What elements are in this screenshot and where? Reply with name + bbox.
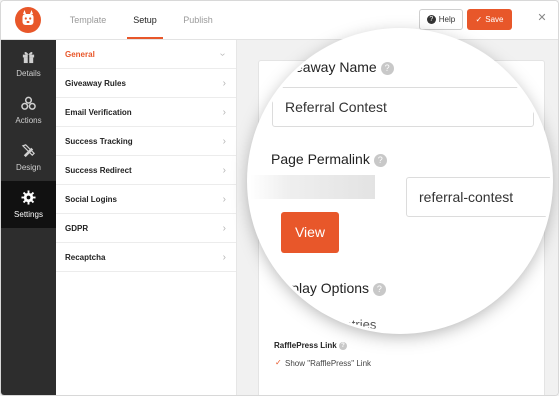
settings-item-label: Email Verification [65, 108, 132, 117]
settings-item-label: Success Tracking [65, 137, 133, 146]
settings-item-email-verification[interactable]: Email Verification › [56, 98, 236, 127]
sidebar-item-label: Design [16, 163, 41, 172]
settings-item-label: Social Logins [65, 195, 118, 204]
sidebar-item-design[interactable]: Design [1, 134, 56, 181]
permalink-label: Page Permalink ? [271, 151, 387, 167]
gear-icon [21, 190, 36, 205]
settings-item-general[interactable]: General › [56, 40, 236, 69]
sidebar-item-label: Settings [14, 210, 43, 219]
giveaway-name-label: Giveaway Name ? [274, 59, 394, 75]
help-button[interactable]: ? Help [419, 9, 463, 30]
save-button-label: Save [485, 15, 504, 24]
chevron-right-icon: › [222, 194, 226, 205]
tab-setup[interactable]: Setup [127, 1, 163, 39]
tab-template[interactable]: Template [67, 1, 109, 39]
help-tooltip-icon[interactable]: ? [380, 61, 394, 75]
settings-item-label: GDPR [65, 224, 89, 233]
permalink-prefix [250, 175, 375, 199]
sidebar-item-details[interactable]: Details [1, 40, 56, 87]
help-button-label: Help [438, 15, 456, 24]
sidebar-item-settings[interactable]: Settings [1, 181, 56, 228]
settings-menu: General › Giveaway Rules › Email Verific… [56, 40, 237, 395]
settings-item-recaptcha[interactable]: Recaptcha › [56, 243, 236, 272]
rafflepress-link-label: RafflePress Link ? [274, 341, 347, 350]
show-rafflepress-checkbox[interactable]: ✓ [275, 359, 283, 367]
limit-total-entries-label: Limit Total Entries [274, 317, 377, 331]
save-button[interactable]: ✓ Save [467, 9, 512, 30]
chevron-right-icon: › [222, 78, 226, 89]
help-tooltip-icon[interactable]: ? [372, 282, 386, 296]
giveaway-name-input[interactable]: Referral Contest [272, 87, 534, 127]
question-circle-icon: ? [426, 15, 436, 24]
settings-item-label: Recaptcha [65, 253, 106, 262]
view-button[interactable]: View [281, 212, 339, 253]
settings-item-giveaway-rules[interactable]: Giveaway Rules › [56, 69, 236, 98]
chevron-right-icon: › [222, 165, 226, 176]
sidebar-item-label: Details [16, 69, 41, 78]
sidebar-item-actions[interactable]: Actions [1, 87, 56, 134]
rafflepress-logo-icon [15, 7, 41, 33]
chevron-right-icon: › [222, 136, 226, 147]
design-icon [21, 144, 35, 158]
gift-icon [22, 52, 35, 64]
settings-item-gdpr[interactable]: GDPR › [56, 214, 236, 243]
settings-item-label: General [65, 50, 95, 59]
display-options-label: Display Options ? [271, 280, 386, 296]
help-tooltip-icon[interactable]: ? [338, 341, 347, 350]
chevron-right-icon: › [222, 252, 226, 263]
permalink-input[interactable]: referral-contest [406, 177, 550, 217]
show-rafflepress-label: Show "RafflePress" Link [285, 359, 372, 368]
chevron-right-icon: › [222, 107, 226, 118]
tab-publish[interactable]: Publish [181, 1, 215, 39]
settings-item-social-logins[interactable]: Social Logins › [56, 185, 236, 214]
magnifier-lens: Giveaway Name ? Referral Contest Page Pe… [250, 31, 550, 331]
settings-item-label: Giveaway Rules [65, 79, 126, 88]
close-icon[interactable]: ✕ [535, 11, 549, 25]
sidebar-item-label: Actions [15, 116, 42, 125]
app-window: Template Setup Publish ? Help ✓ Save ✕ D… [0, 0, 559, 396]
actions-icon [21, 96, 36, 110]
chevron-right-icon: › [222, 223, 226, 234]
chevron-down-icon: › [216, 52, 228, 57]
magnified-settings: Giveaway Name ? Referral Contest Page Pe… [250, 31, 550, 331]
settings-item-success-redirect[interactable]: Success Redirect › [56, 156, 236, 185]
builder-sidebar: Details Actions Design Settings [1, 40, 56, 395]
settings-item-success-tracking[interactable]: Success Tracking › [56, 127, 236, 156]
settings-item-label: Success Redirect [65, 166, 132, 175]
help-tooltip-icon[interactable]: ? [373, 153, 387, 167]
checkmark-icon: ✓ [475, 15, 483, 24]
